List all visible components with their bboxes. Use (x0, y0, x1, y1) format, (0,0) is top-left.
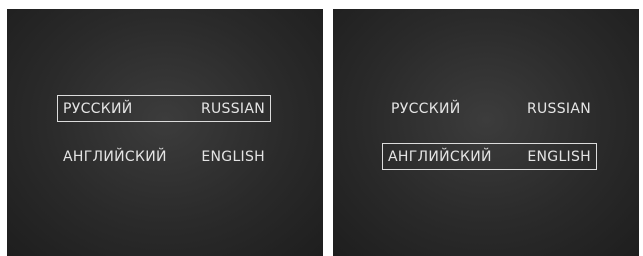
language-option-english[interactable]: АНГЛИЙСКИЙ ENGLISH (382, 143, 597, 170)
option-native-label: АНГЛИЙСКИЙ (63, 148, 167, 165)
language-menu-screen-2: РУССКИЙ RUSSIAN АНГЛИЙСКИЙ ENGLISH (333, 9, 639, 256)
option-native-label: РУССКИЙ (391, 100, 461, 117)
option-english-label: RUSSIAN (200, 100, 265, 117)
language-menu-screen-1: РУССКИЙ RUSSIAN АНГЛИЙСКИЙ ENGLISH (7, 9, 323, 256)
language-option-russian[interactable]: РУССКИЙ RUSSIAN (57, 95, 271, 122)
language-option-russian[interactable]: РУССКИЙ RUSSIAN (385, 95, 597, 122)
option-native-label: АНГЛИЙСКИЙ (388, 148, 492, 165)
option-native-label: РУССКИЙ (63, 100, 133, 117)
option-english-label: RUSSIAN (526, 100, 591, 117)
option-english-label: ENGLISH (527, 148, 591, 165)
language-option-english[interactable]: АНГЛИЙСКИЙ ENGLISH (57, 143, 271, 170)
option-english-label: ENGLISH (201, 148, 265, 165)
